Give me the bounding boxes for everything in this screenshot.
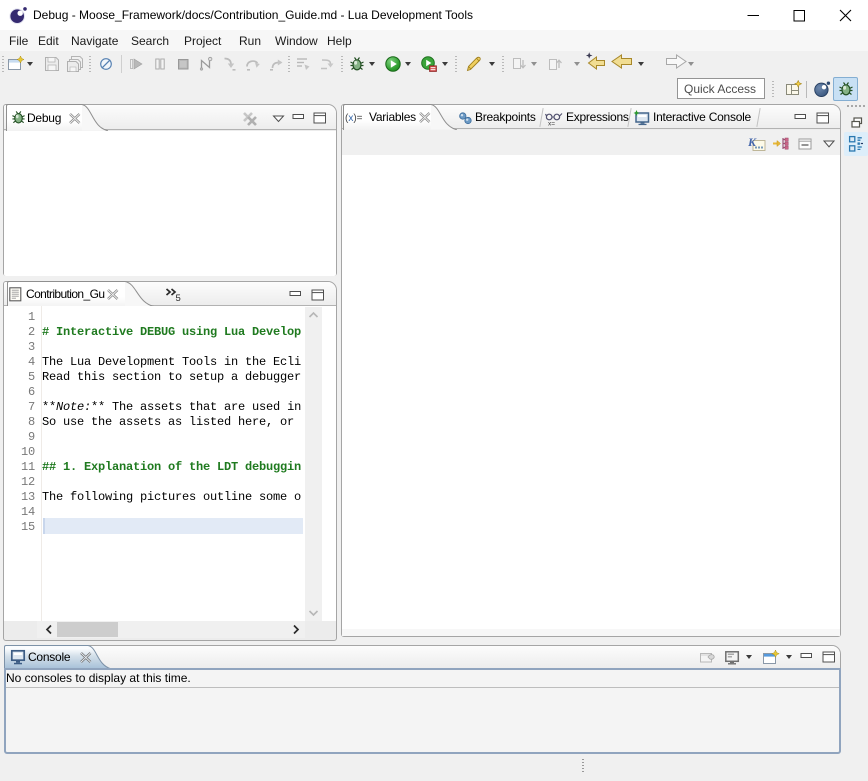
svg-text:x=: x= xyxy=(548,121,555,127)
svg-text:5: 5 xyxy=(176,293,181,303)
